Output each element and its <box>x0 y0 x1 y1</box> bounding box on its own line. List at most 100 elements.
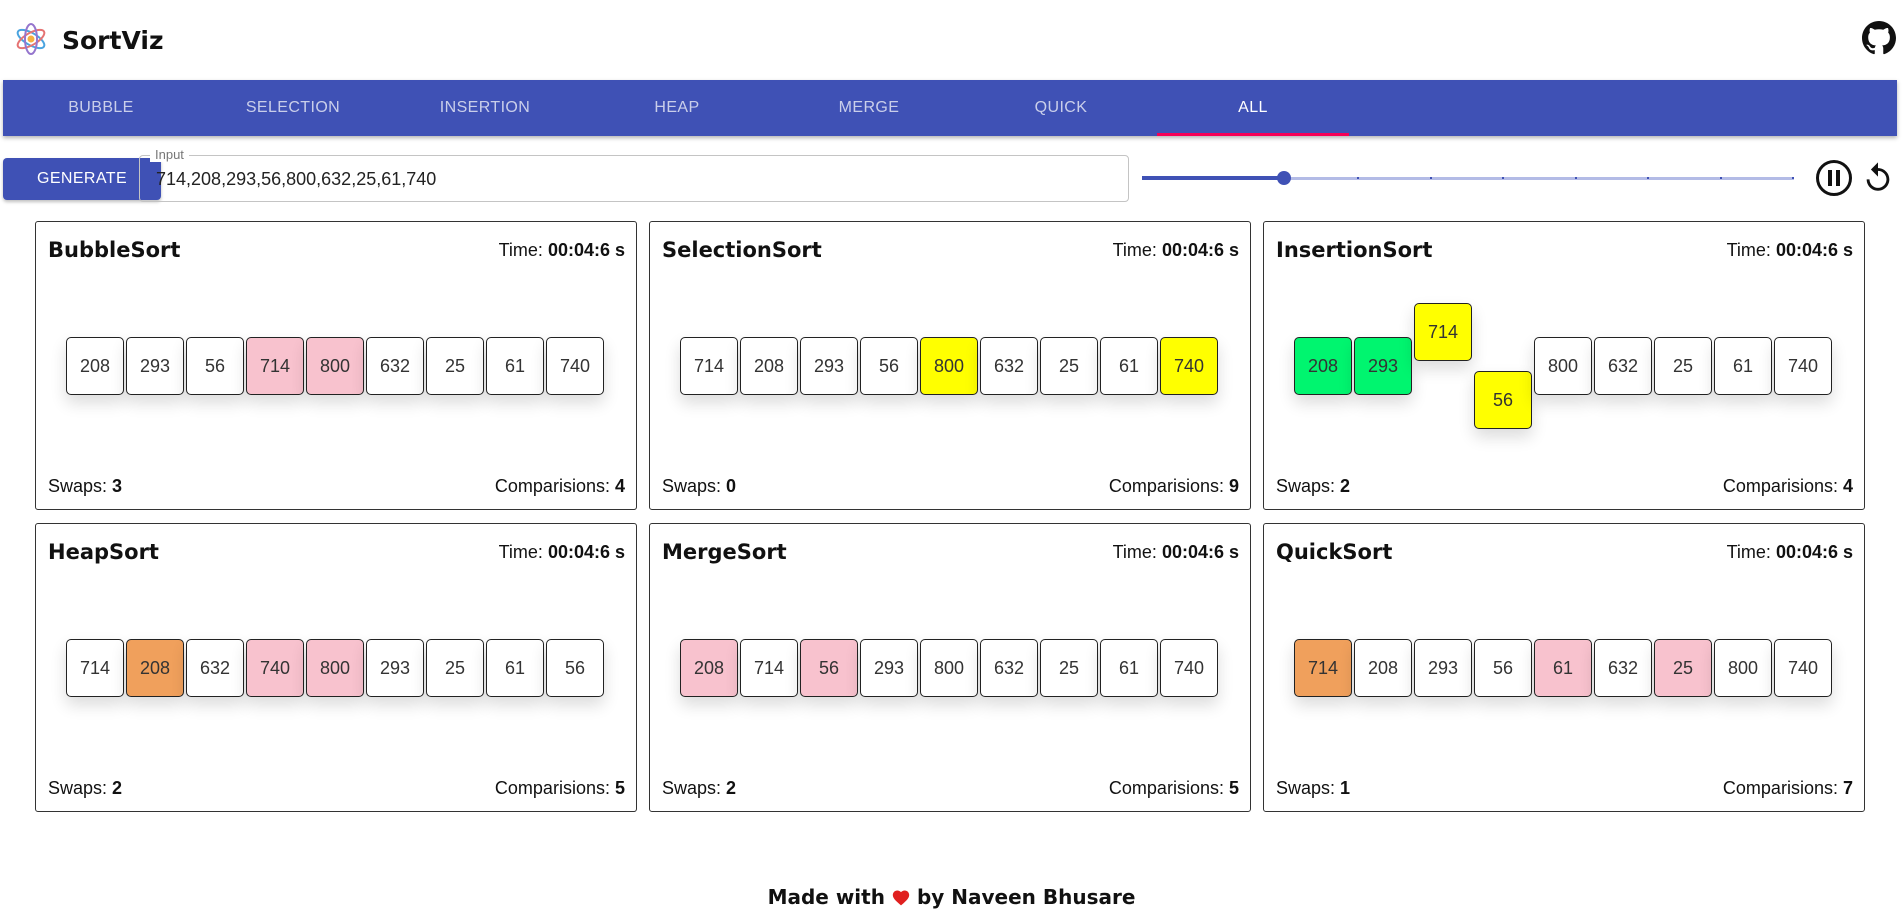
swaps-readout: Swaps: 2 <box>48 778 123 798</box>
array-cell: 56 <box>1474 371 1532 429</box>
tab-all[interactable]: ALL <box>1157 80 1349 136</box>
array-cell: 632 <box>980 639 1038 697</box>
atom-logo-icon <box>16 23 46 55</box>
tab-indicator <box>1157 133 1349 136</box>
array-cell: 632 <box>186 639 244 697</box>
array-cell: 714 <box>66 639 124 697</box>
sort-card-merge: MergeSort Time: 00:04:6 s 208 714 56 293… <box>649 523 1251 812</box>
tab-selection[interactable]: SELECTION <box>197 80 389 136</box>
sort-card-heap: HeapSort Time: 00:04:6 s 714 208 632 740… <box>35 523 637 812</box>
array-cell: 208 <box>680 639 738 697</box>
card-title: MergeSort <box>662 540 787 564</box>
time-readout: Time: 00:04:6 s <box>1726 542 1853 562</box>
array-cell: 208 <box>66 337 124 395</box>
sort-card-quick: QuickSort Time: 00:04:6 s 714 208 293 56… <box>1263 523 1865 812</box>
array-cell: 632 <box>366 337 424 395</box>
array-cell: 293 <box>1414 639 1472 697</box>
array-cell: 61 <box>1100 337 1158 395</box>
array-cell: 25 <box>426 337 484 395</box>
array-cell: 740 <box>1774 337 1832 395</box>
time-readout: Time: 00:04:6 s <box>498 240 625 260</box>
array-cell: 25 <box>1654 337 1712 395</box>
tab-insertion[interactable]: INSERTION <box>389 80 581 136</box>
array-cell: 208 <box>1354 639 1412 697</box>
array-cell: 61 <box>486 337 544 395</box>
card-title: InsertionSort <box>1276 238 1433 262</box>
tab-quick[interactable]: QUICK <box>965 80 1157 136</box>
time-readout: Time: 00:04:6 s <box>1112 542 1239 562</box>
reset-icon[interactable] <box>1861 161 1895 195</box>
comparisons-readout: Comparisions: 5 <box>494 778 625 798</box>
time-readout: Time: 00:04:6 s <box>498 542 625 562</box>
slider-mark <box>1792 177 1794 179</box>
github-icon[interactable] <box>1862 21 1896 55</box>
slider-mark <box>1430 177 1432 179</box>
generate-button[interactable]: GENERATE <box>3 158 161 200</box>
array-cell: 632 <box>1594 337 1652 395</box>
array-cell: 25 <box>426 639 484 697</box>
comparisons-readout: Comparisions: 5 <box>1108 778 1239 798</box>
array-cell: 632 <box>1594 639 1652 697</box>
app-title: SortViz <box>62 26 164 55</box>
input-label: Input <box>150 147 189 162</box>
array-cell: 208 <box>126 639 184 697</box>
comparisons-readout: Comparisions: 4 <box>494 476 625 496</box>
swaps-readout: Swaps: 2 <box>662 778 737 798</box>
swaps-readout: Swaps: 3 <box>48 476 123 496</box>
slider-mark <box>1502 177 1504 179</box>
array-cell: 714 <box>1414 303 1472 361</box>
comparisons-readout: Comparisions: 7 <box>1722 778 1853 798</box>
input-value[interactable]: 714,208,293,56,800,632,25,61,740 <box>156 169 436 190</box>
slider-mark <box>1357 177 1359 179</box>
footer-suffix: by Naveen Bhusare <box>916 885 1136 909</box>
array-cell: 800 <box>920 337 978 395</box>
slider-mark <box>1213 177 1215 179</box>
slider-mark <box>1575 177 1577 179</box>
array-cell: 740 <box>1160 337 1218 395</box>
array-cell: 61 <box>1100 639 1158 697</box>
tab-heap[interactable]: HEAP <box>581 80 773 136</box>
array-cell: 740 <box>546 337 604 395</box>
array-cell: 208 <box>1294 337 1352 395</box>
array-cell: 293 <box>1354 337 1412 395</box>
array-cell: 800 <box>1714 639 1772 697</box>
footer-prefix: Made with <box>767 885 885 909</box>
tab-bubble[interactable]: BUBBLE <box>5 80 197 136</box>
array-input-field[interactable]: Input 714,208,293,56,800,632,25,61,740 <box>139 147 1129 202</box>
sort-card-selection: SelectionSort Time: 00:04:6 s 714 208 29… <box>649 221 1251 510</box>
array-cell: 61 <box>1714 337 1772 395</box>
array-cell: 714 <box>680 337 738 395</box>
array-cell: 61 <box>1534 639 1592 697</box>
array-cell: 208 <box>740 337 798 395</box>
pause-icon[interactable] <box>1815 159 1853 197</box>
footer-credit: Made with by Naveen Bhusare <box>0 885 1903 909</box>
array-cell: 25 <box>1040 639 1098 697</box>
array-cell: 56 <box>800 639 858 697</box>
array-cell: 740 <box>1774 639 1832 697</box>
swaps-readout: Swaps: 2 <box>1276 476 1351 496</box>
array-cell: 56 <box>546 639 604 697</box>
swaps-readout: Swaps: 1 <box>1276 778 1351 798</box>
tab-merge[interactable]: MERGE <box>773 80 965 136</box>
array-cell: 800 <box>1534 337 1592 395</box>
array-cell: 56 <box>1474 639 1532 697</box>
array-cell: 293 <box>860 639 918 697</box>
array-cell: 714 <box>1294 639 1352 697</box>
sort-card-insertion: InsertionSort Time: 00:04:6 s 208 293 71… <box>1263 221 1865 510</box>
comparisons-readout: Comparisions: 4 <box>1722 476 1853 496</box>
array-cell: 632 <box>980 337 1038 395</box>
card-title: HeapSort <box>48 540 159 564</box>
array-cell: 25 <box>1654 639 1712 697</box>
sort-card-bubble: BubbleSort Time: 00:04:6 s 208 293 56 71… <box>35 221 637 510</box>
array-cell: 61 <box>486 639 544 697</box>
array-cell: 800 <box>306 639 364 697</box>
array-cell: 25 <box>1040 337 1098 395</box>
array-cell: 56 <box>186 337 244 395</box>
time-readout: Time: 00:04:6 s <box>1112 240 1239 260</box>
card-title: SelectionSort <box>662 238 822 262</box>
array-cell: 800 <box>306 337 364 395</box>
slider-mark <box>1720 177 1722 179</box>
slider-thumb[interactable] <box>1277 171 1291 185</box>
time-readout: Time: 00:04:6 s <box>1726 240 1853 260</box>
comparisons-readout: Comparisions: 9 <box>1108 476 1239 496</box>
